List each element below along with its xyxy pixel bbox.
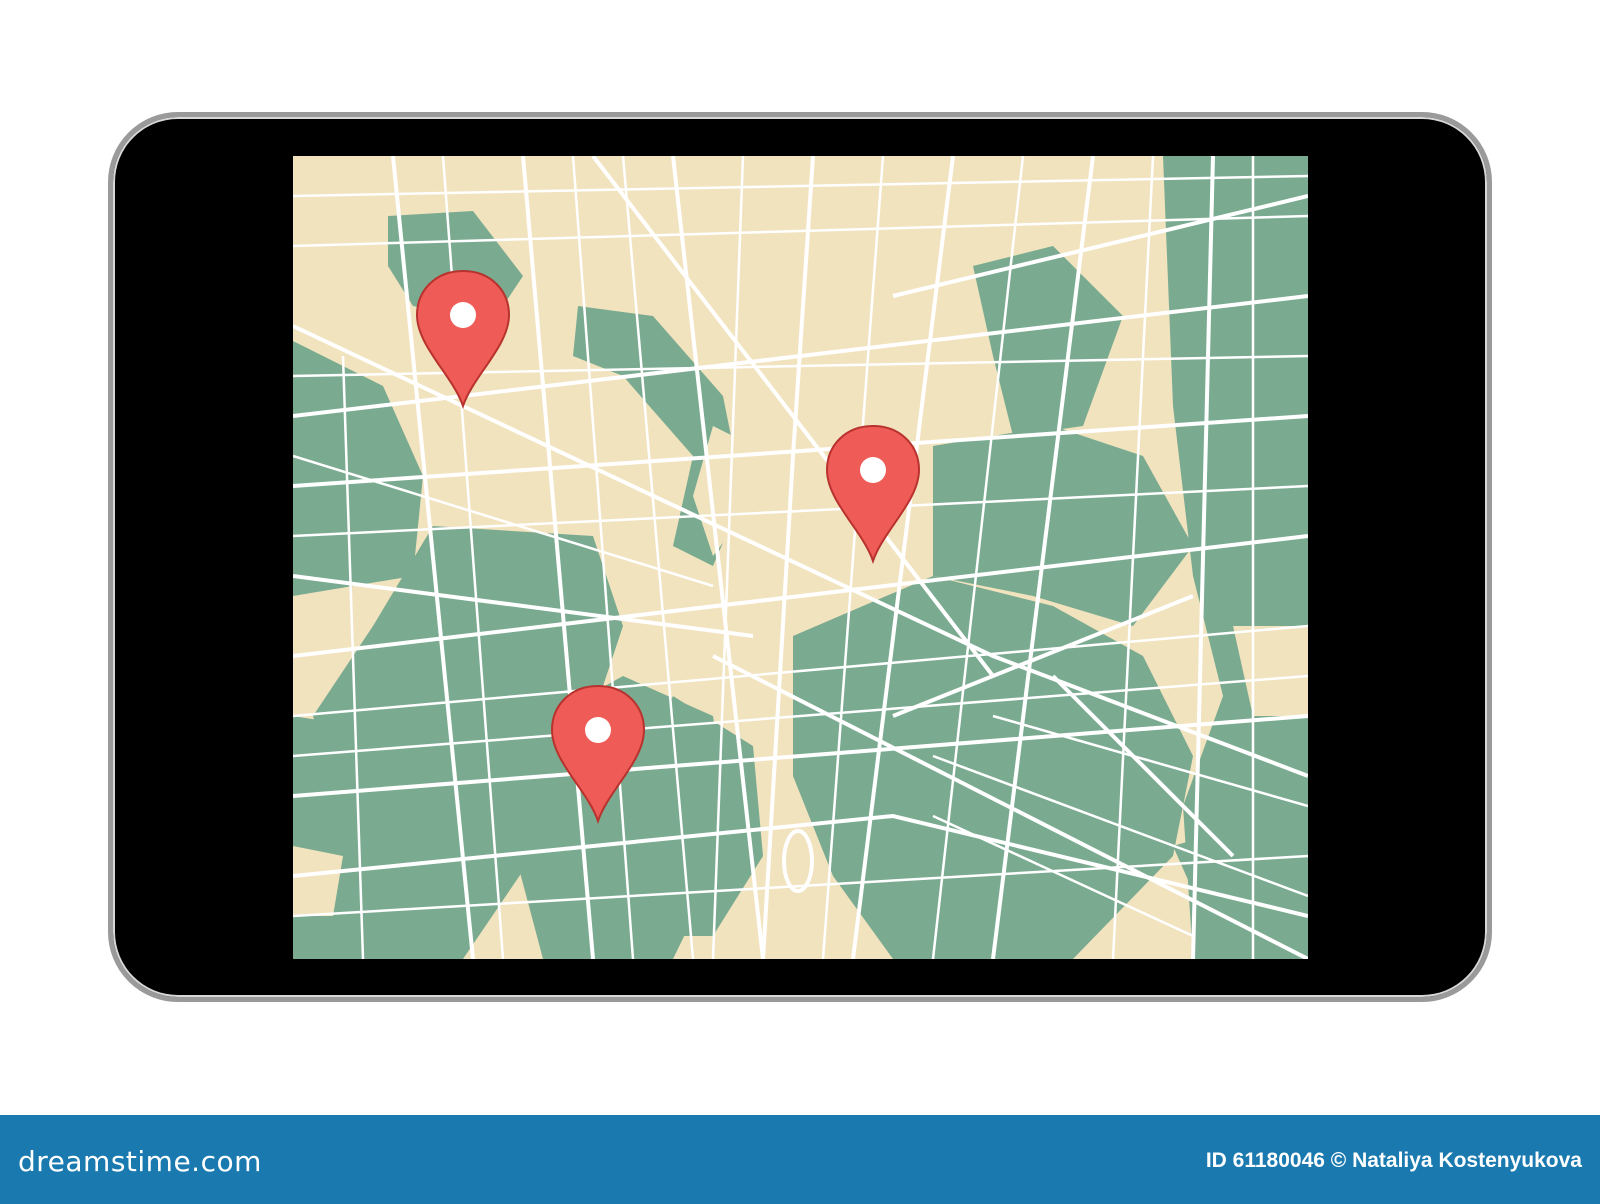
image-credit: ID 61180046 © Nataliya Kostenyukova <box>1205 1149 1582 1172</box>
location-pin-icon <box>585 717 611 743</box>
footer-bar: dreamstime.com ID 61180046 © Nataliya Ko… <box>0 1115 1600 1204</box>
map-screen[interactable] <box>293 156 1308 959</box>
location-pin-icon <box>860 457 886 483</box>
location-pin-icon <box>450 302 476 328</box>
brand-text[interactable]: dreamstime.com <box>18 1145 262 1178</box>
city-map[interactable] <box>293 156 1308 959</box>
